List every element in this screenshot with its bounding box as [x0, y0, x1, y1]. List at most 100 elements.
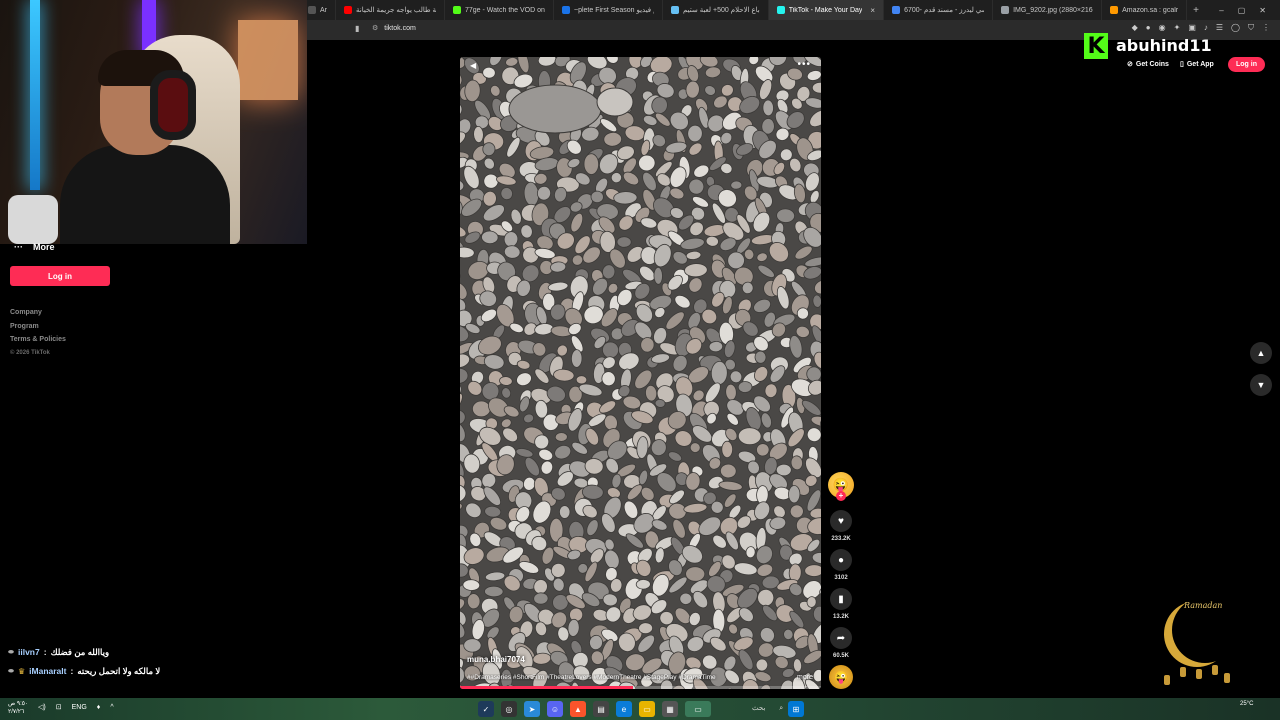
taskbar-clock[interactable]: ٩:٥٠ ص ٢/٧/٢٦ [8, 700, 28, 716]
previous-video-button[interactable]: ▲ [1250, 342, 1272, 364]
folder-icon[interactable]: ▭ [639, 701, 655, 717]
windows-start-icon[interactable]: ⊞ [788, 701, 804, 717]
video-progress-bar[interactable] [460, 686, 821, 689]
close-window-button[interactable]: ✕ [1259, 6, 1266, 15]
edge-icon[interactable]: e [616, 701, 632, 717]
video-author[interactable]: muna.bhai7074 [467, 655, 525, 664]
volume-icon[interactable]: ◀ [470, 61, 476, 70]
chat-separator: : [70, 666, 74, 676]
heart-icon[interactable]: ♥ [830, 510, 852, 532]
sidebar-icon[interactable]: ▣ [1188, 23, 1196, 33]
coin-icon: ⊘ [1127, 61, 1133, 68]
taskbar-weather[interactable]: 25°C [1240, 700, 1253, 708]
pebble-shape [653, 266, 663, 285]
telegram-icon[interactable]: ➤ [524, 701, 540, 717]
footer-link-program[interactable]: Program [10, 320, 66, 334]
video-menu-button[interactable]: ••• [797, 59, 811, 70]
browser-tab[interactable]: قصة طالب يواجه جريمة الخيانة [336, 0, 445, 20]
browser-tab[interactable]: IMG_9202.jpg (2880×2160) [993, 0, 1103, 20]
webcam-person-body [60, 145, 230, 244]
mic-icon[interactable]: ♦ [97, 704, 101, 711]
app-icon[interactable]: ✓ [478, 701, 494, 717]
speaker-icon[interactable]: ◁) [38, 703, 46, 711]
taskbar-date: ٢/٧/٢٦ [8, 709, 25, 715]
video-player[interactable]: ◀ ••• muna.bhai7074 ##Dramaseries #Short… [460, 57, 821, 689]
minimize-button[interactable]: – [1219, 6, 1223, 15]
like-action[interactable]: ♥ 233.2K [828, 510, 854, 542]
video-progress-fill [460, 686, 634, 689]
new-tab-button[interactable]: + [1187, 5, 1205, 16]
chrome-icon[interactable]: ◎ [501, 701, 517, 717]
chat-text: لا مالكه ولا اتحمل ريحته [77, 666, 161, 676]
bookmark-icon[interactable]: ▮ [355, 24, 359, 33]
sidebar-more-item[interactable]: ··· More [14, 242, 55, 252]
pebble-shape [533, 592, 549, 605]
extension-icon[interactable]: ● [1146, 23, 1151, 33]
app-icon[interactable]: ▭ [685, 701, 711, 717]
chat-message: ⬬ iilvn7 : وياالله من فضلك [8, 643, 160, 662]
chat-badge-icon: ⬬ [8, 668, 14, 675]
get-app-button[interactable]: ▯ Get App [1180, 60, 1214, 69]
webcam-led-light [30, 0, 40, 190]
browser-tab[interactable]: Amazon.sa : gcalr [1102, 0, 1188, 20]
menu-icon[interactable]: ⋮ [1262, 23, 1270, 33]
get-coins-button[interactable]: ⊘ Get Coins [1127, 60, 1169, 69]
video-hashtags[interactable]: ##Dramaseries #ShortFilm #TheatreLovers … [467, 674, 767, 681]
browser-tab[interactable]: TikTok - Make Your Day × [768, 0, 885, 20]
tab-title: TikTok - Make Your Day [788, 6, 863, 14]
browser-tab[interactable]: ~plete First Season برايم فيديو pc [554, 0, 663, 20]
app-icon[interactable]: ▦ [662, 701, 678, 717]
header-login-button[interactable]: Log in [1228, 57, 1265, 72]
reading-list-icon[interactable]: ☰ [1216, 23, 1223, 33]
chat-message: ⬬ ♛ iManaralt : لا مالكه ولا اتحمل ريحته [8, 662, 160, 681]
pebble-shape [737, 427, 762, 446]
music-icon[interactable]: ♪ [1204, 23, 1208, 33]
tab-favicon-icon [776, 6, 785, 14]
search-icon: ⌕ [779, 705, 784, 712]
save-action[interactable]: ▮ 13.2K [828, 588, 854, 620]
pebble-shape [558, 505, 571, 519]
pebble-shape [596, 87, 634, 117]
footer-link-company[interactable]: Company [10, 306, 66, 320]
extension-icon[interactable]: ◉ [1159, 23, 1166, 33]
comment-action[interactable]: ● 3102 [828, 549, 854, 581]
sidebar-login-button[interactable]: Log in [10, 266, 110, 286]
discord-icon[interactable]: ☺ [547, 701, 563, 717]
brave-icon[interactable]: ▲ [570, 701, 586, 717]
url-text: tiktok.com [384, 24, 416, 32]
browser-tab[interactable]: 77ge - Watch the VOD on Kick [445, 0, 554, 20]
site-info-icon[interactable]: ⚙ [372, 24, 378, 32]
crown-icon: ♛ [17, 667, 26, 676]
bookmark-icon[interactable]: ▮ [830, 588, 852, 610]
share-action[interactable]: ➦ 60.5K [828, 627, 854, 659]
pebble-shape [730, 180, 743, 190]
language-indicator[interactable]: ENG [72, 704, 87, 711]
footer-link-terms[interactable]: Terms & Policies [10, 333, 66, 347]
ramadan-text: Ramadan [1184, 601, 1223, 610]
profile-icon[interactable]: ◯ [1231, 23, 1240, 33]
lantern-icon [1196, 669, 1202, 679]
share-icon[interactable]: ➦ [830, 627, 852, 649]
wifi-icon[interactable]: ⊡ [56, 703, 62, 711]
chevron-down-icon: ▼ [1256, 380, 1266, 390]
next-video-button[interactable]: ▼ [1250, 374, 1272, 396]
more-dots-icon: ··· [14, 242, 23, 252]
tab-close-icon[interactable]: × [870, 6, 875, 15]
app-icon[interactable]: ▤ [593, 701, 609, 717]
extension-icon[interactable]: ◆ [1132, 23, 1138, 33]
pebble-shape [484, 585, 504, 598]
chevron-up-icon[interactable]: ^ [110, 704, 113, 711]
puzzle-icon[interactable]: ✦ [1174, 23, 1181, 33]
pebble-shape [482, 142, 496, 157]
chevron-up-icon: ▲ [1256, 348, 1266, 358]
follow-plus-icon[interactable]: + [836, 491, 846, 501]
comment-icon[interactable]: ● [830, 549, 852, 571]
taskbar-search[interactable]: بحث ⌕ [752, 704, 783, 713]
url-field[interactable]: ⚙ tiktok.com [372, 24, 416, 33]
browser-tab[interactable]: باع الاحلام 500+ لعبة ستيم [663, 0, 769, 20]
sound-disc-icon[interactable]: 😜 [829, 665, 853, 689]
maximize-button[interactable]: ▢ [1238, 6, 1246, 15]
shield-icon[interactable]: ⛉ [1248, 23, 1254, 33]
video-caption-more[interactable]: more [797, 674, 813, 681]
browser-tab[interactable]: 6700- كراسي ليدرز - مسند قدم [884, 0, 994, 20]
